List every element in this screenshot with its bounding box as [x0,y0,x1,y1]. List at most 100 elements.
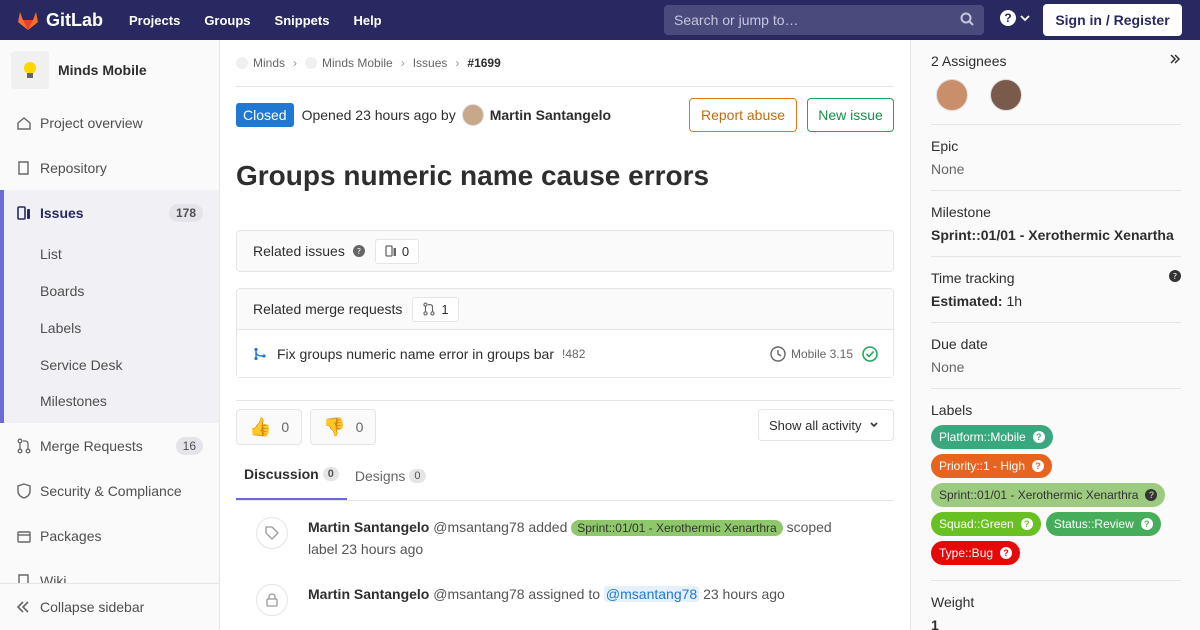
book-icon [18,160,29,175]
help-dropdown[interactable]: ? [1000,10,1030,26]
related-mrs-count[interactable]: 1 [412,296,459,322]
thumbsup-award-button[interactable]: 👍 0 [236,409,303,445]
sidebar-item-merge-requests[interactable]: Merge Requests 16 [0,423,219,468]
nav-snippets[interactable]: Snippets [275,13,330,28]
sign-in-button[interactable]: Sign in / Register [1043,4,1182,36]
issues-count-badge: 178 [168,203,203,222]
double-chevron-right-icon[interactable] [1169,53,1181,65]
svg-text:?: ? [357,247,361,256]
sidebar-subitem-milestones[interactable]: Milestones [4,383,219,423]
merge-requests-count-badge: 16 [175,436,203,455]
note-author[interactable]: Martin Santangelo [308,519,429,535]
label-type-bug[interactable]: Type::Bug? [931,541,1021,565]
label-status-review[interactable]: Status::Review? [1045,512,1161,536]
project-sidebar: Minds Mobile Project overview Repository… [0,40,220,630]
collapse-sidebar-button[interactable]: Collapse sidebar [0,583,219,630]
gitlab-logo[interactable]: GitLab [16,8,104,32]
sidebar-item-repository[interactable]: Repository [0,145,219,190]
sidebar-subitem-service-desk[interactable]: Service Desk [4,346,219,383]
user-icon [266,593,278,607]
pipeline-success-icon[interactable] [862,345,878,362]
breadcrumb-minds-mobile[interactable]: Minds Mobile [322,56,393,70]
page-title: Groups numeric name cause errors [236,160,710,191]
sidebar-item-label: Issues [40,204,84,221]
sidebar-subitem-list[interactable]: List [4,235,219,272]
sidebar-item-label: Security & Compliance [40,482,182,499]
epic-value: None [931,161,965,177]
nav-groups[interactable]: Groups [204,13,250,28]
thumbsdown-icon: 👎 [323,416,346,437]
sidebar-item-label: Project overview [40,114,143,131]
sidebar-item-project-overview[interactable]: Project overview [0,100,219,145]
related-merge-requests-card: Related merge requests 1 Fix groups nume… [236,288,894,378]
label-note-badge [256,517,288,549]
sidebar-subitem-labels[interactable]: Labels [4,309,219,346]
help-icon: ? [1020,518,1033,530]
inline-label[interactable]: Sprint::01/01 - Xerothermic Xenarthra [571,520,783,536]
system-note: Martin Santangelo @msantang78 added Spri… [236,517,894,560]
note-time: 23 hours ago [703,586,785,602]
related-issues-count[interactable]: 0 [374,238,420,264]
sidebar-item-label: Repository [40,159,107,176]
label-squad-green[interactable]: Squad::Green? [931,512,1041,536]
help-icon[interactable]: ? [1169,270,1181,282]
assignees-header: 2 Assignees [931,53,1007,69]
search-input[interactable]: Search or jump to… [664,5,984,35]
user-mention[interactable]: @msantang78 [603,586,700,602]
epic-section: Epic None [931,125,1181,191]
related-issues-label: Related issues [253,243,345,259]
double-chevron-left-icon [16,601,29,613]
thumbsdown-award-button[interactable]: 👎 0 [310,409,377,445]
assignee-avatar[interactable] [990,79,1022,111]
label-sprint[interactable]: Sprint::01/01 - Xerothermic Xenarthra? [931,483,1166,507]
clock-icon [770,345,786,362]
help-icon[interactable]: ? [352,245,365,257]
sidebar-subitem-boards[interactable]: Boards [4,272,219,309]
search-placeholder: Search or jump to… [674,12,799,28]
note-author[interactable]: Martin Santangelo [308,586,429,602]
issues-icon [385,245,396,257]
assignee-avatar[interactable] [936,79,968,111]
sidebar-issues-group: Issues 178 List Boards Labels Service De… [0,190,219,423]
sidebar-item-security[interactable]: Security & Compliance [0,468,219,513]
sidebar-item-packages[interactable]: Packages [0,513,219,558]
labels-header: Labels [931,402,973,418]
nav-projects[interactable]: Projects [129,13,180,28]
nav-help[interactable]: Help [353,13,381,28]
brand-name: GitLab [46,9,103,30]
tab-discussion[interactable]: Discussion 0 [236,466,347,500]
label-platform-mobile[interactable]: Platform::Mobile? [931,425,1053,449]
help-icon: ? [1032,431,1045,443]
help-icon: ? [1032,460,1045,472]
related-mr-item[interactable]: Fix groups numeric name error in groups … [237,329,893,377]
note-handle[interactable]: @msantang78 [433,519,524,535]
project-header[interactable]: Minds Mobile [0,40,219,100]
time-tracking-section: Time tracking ? Estimated: 1h [931,257,1181,323]
weight-section: Weight 1 [931,581,1181,630]
author-avatar[interactable] [461,103,484,126]
issue-main: Minds › Minds Mobile › Issues › #1699 Cl… [236,40,894,616]
activity-filter-dropdown[interactable]: Show all activity [758,409,894,441]
note-handle[interactable]: @msantang78 [433,586,524,602]
author-name[interactable]: Martin Santangelo [490,107,611,123]
new-issue-button[interactable]: New issue [807,98,894,132]
sidebar-item-issues[interactable]: Issues 178 [4,190,219,235]
top-navbar: GitLab Projects Groups Snippets Help Sea… [0,0,1200,40]
breadcrumb-issues[interactable]: Issues [413,56,448,70]
issues-icon [17,205,30,220]
merge-request-icon [423,302,436,316]
due-date-value: None [931,359,965,375]
estimated-label: Estimated: [931,293,1003,309]
breadcrumb-minds[interactable]: Minds [253,56,285,70]
note-time: label 23 hours ago [308,541,424,557]
milestone-value[interactable]: Sprint::01/01 - Xerothermic Xenartha [931,227,1181,243]
weight-value: 1 [931,617,939,630]
label-priority-high[interactable]: Priority::1 - High? [931,454,1053,478]
report-abuse-button[interactable]: Report abuse [689,98,797,132]
mr-title[interactable]: Fix groups numeric name error in groups … [277,346,554,362]
due-date-section: Due date None [931,323,1181,389]
tab-designs[interactable]: Designs 0 [347,468,434,500]
breadcrumb-issue-id[interactable]: #1699 [467,56,500,70]
epic-header: Epic [931,138,959,154]
assign-note-badge [256,584,288,616]
